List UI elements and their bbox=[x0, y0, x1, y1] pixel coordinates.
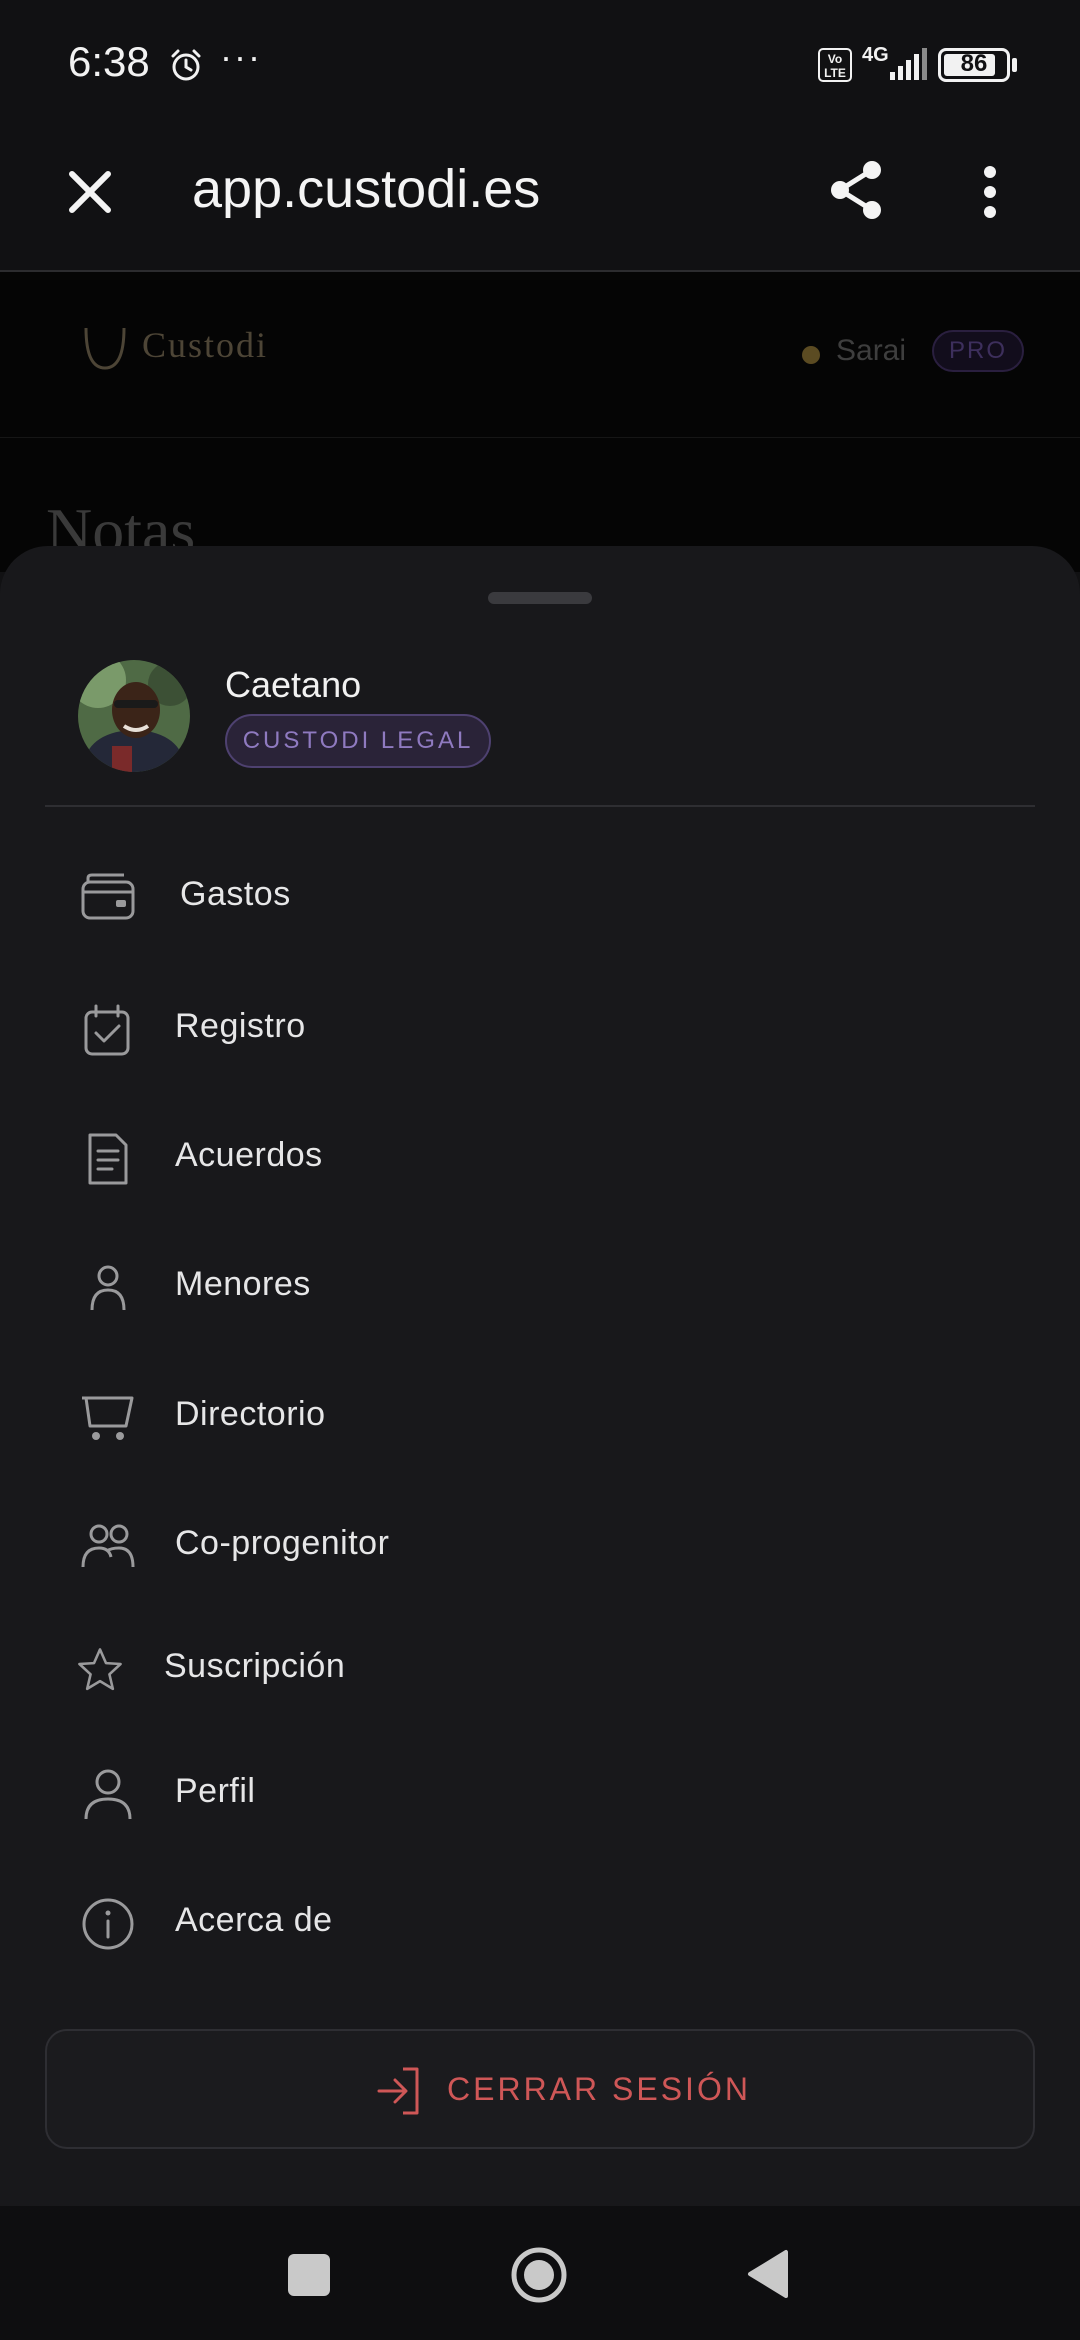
avatar bbox=[78, 660, 190, 772]
wallet-icon bbox=[81, 873, 135, 920]
menu-item-label: Acerca de bbox=[175, 1901, 333, 1939]
menu-item-registro[interactable]: Registro bbox=[0, 975, 1080, 1085]
menu-item-label: Perfil bbox=[175, 1772, 256, 1810]
signal-icon bbox=[890, 48, 927, 80]
overflow-menu-icon[interactable] bbox=[970, 162, 1010, 222]
menu-item-label: Acuerdos bbox=[175, 1136, 323, 1174]
info-icon bbox=[82, 1898, 134, 1950]
battery-icon: 86 bbox=[938, 48, 1010, 82]
logout-label: CERRAR SESIÓN bbox=[447, 2071, 751, 2107]
status-dot bbox=[802, 346, 820, 364]
menu-item-label: Menores bbox=[175, 1265, 311, 1303]
logout-icon bbox=[377, 2067, 419, 2115]
menu-item-suscripcion[interactable]: Suscripción bbox=[0, 1615, 1080, 1725]
menu-item-label: Directorio bbox=[175, 1395, 326, 1433]
person-icon bbox=[90, 1265, 126, 1311]
notification-more-icon: ··· bbox=[220, 36, 262, 77]
system-nav-bar bbox=[0, 2206, 1080, 2340]
network-type: 4G bbox=[862, 44, 889, 66]
document-icon bbox=[88, 1133, 128, 1185]
background-page: Custodi Sarai PRO Notas bbox=[0, 272, 1080, 572]
menu-item-label: Co-progenitor bbox=[175, 1524, 390, 1562]
star-icon bbox=[78, 1648, 122, 1691]
menu-item-acerca-de[interactable]: Acerca de bbox=[0, 1869, 1080, 1979]
back-button[interactable] bbox=[744, 2248, 790, 2300]
menu-item-acuerdos[interactable]: Acuerdos bbox=[0, 1104, 1080, 1214]
menu-item-co-progenitor[interactable]: Co-progenitor bbox=[0, 1492, 1080, 1602]
custodi-logo-icon bbox=[84, 327, 126, 370]
divider bbox=[45, 805, 1035, 807]
browser-toolbar: app.custodi.es bbox=[0, 130, 1080, 272]
menu-item-menores[interactable]: Menores bbox=[0, 1233, 1080, 1343]
sheet-drag-handle[interactable] bbox=[488, 592, 592, 604]
battery-level: 86 bbox=[960, 50, 988, 77]
status-time: 6:38 bbox=[68, 38, 150, 85]
home-button[interactable] bbox=[510, 2246, 568, 2304]
volte-icon: Vo LTE bbox=[818, 48, 852, 82]
brand-name: Custodi bbox=[142, 325, 269, 365]
status-bar: 6:38 ··· Vo LTE 4G 86 bbox=[0, 0, 1080, 130]
people-icon bbox=[81, 1524, 135, 1568]
app-header: Custodi Sarai PRO bbox=[0, 272, 1080, 438]
menu-item-label: Gastos bbox=[180, 875, 291, 913]
menu-item-label: Suscripción bbox=[164, 1647, 346, 1685]
pro-badge: PRO bbox=[932, 330, 1024, 372]
menu-item-label: Registro bbox=[175, 1007, 306, 1045]
plan-badge: CUSTODI LEGAL bbox=[225, 714, 491, 768]
recents-button[interactable] bbox=[288, 2254, 330, 2296]
url-text[interactable]: app.custodi.es bbox=[192, 158, 540, 220]
cart-icon bbox=[82, 1396, 134, 1440]
menu-item-directorio[interactable]: Directorio bbox=[0, 1363, 1080, 1473]
logout-button[interactable]: CERRAR SESIÓN bbox=[45, 2029, 1035, 2149]
menu-item-perfil[interactable]: Perfil bbox=[0, 1740, 1080, 1850]
user-name: Caetano bbox=[225, 664, 362, 705]
user-icon bbox=[84, 1769, 132, 1820]
battery-cap bbox=[1012, 58, 1017, 72]
calendar-check-icon bbox=[84, 1004, 130, 1056]
menu-sheet: Caetano CUSTODI LEGAL Gastos Registro Ac… bbox=[0, 546, 1080, 2206]
share-icon[interactable] bbox=[826, 158, 886, 222]
alarm-icon bbox=[171, 49, 201, 81]
close-icon[interactable] bbox=[62, 164, 118, 220]
menu-item-gastos[interactable]: Gastos bbox=[0, 843, 1080, 953]
header-user-name: Sarai bbox=[836, 334, 907, 367]
